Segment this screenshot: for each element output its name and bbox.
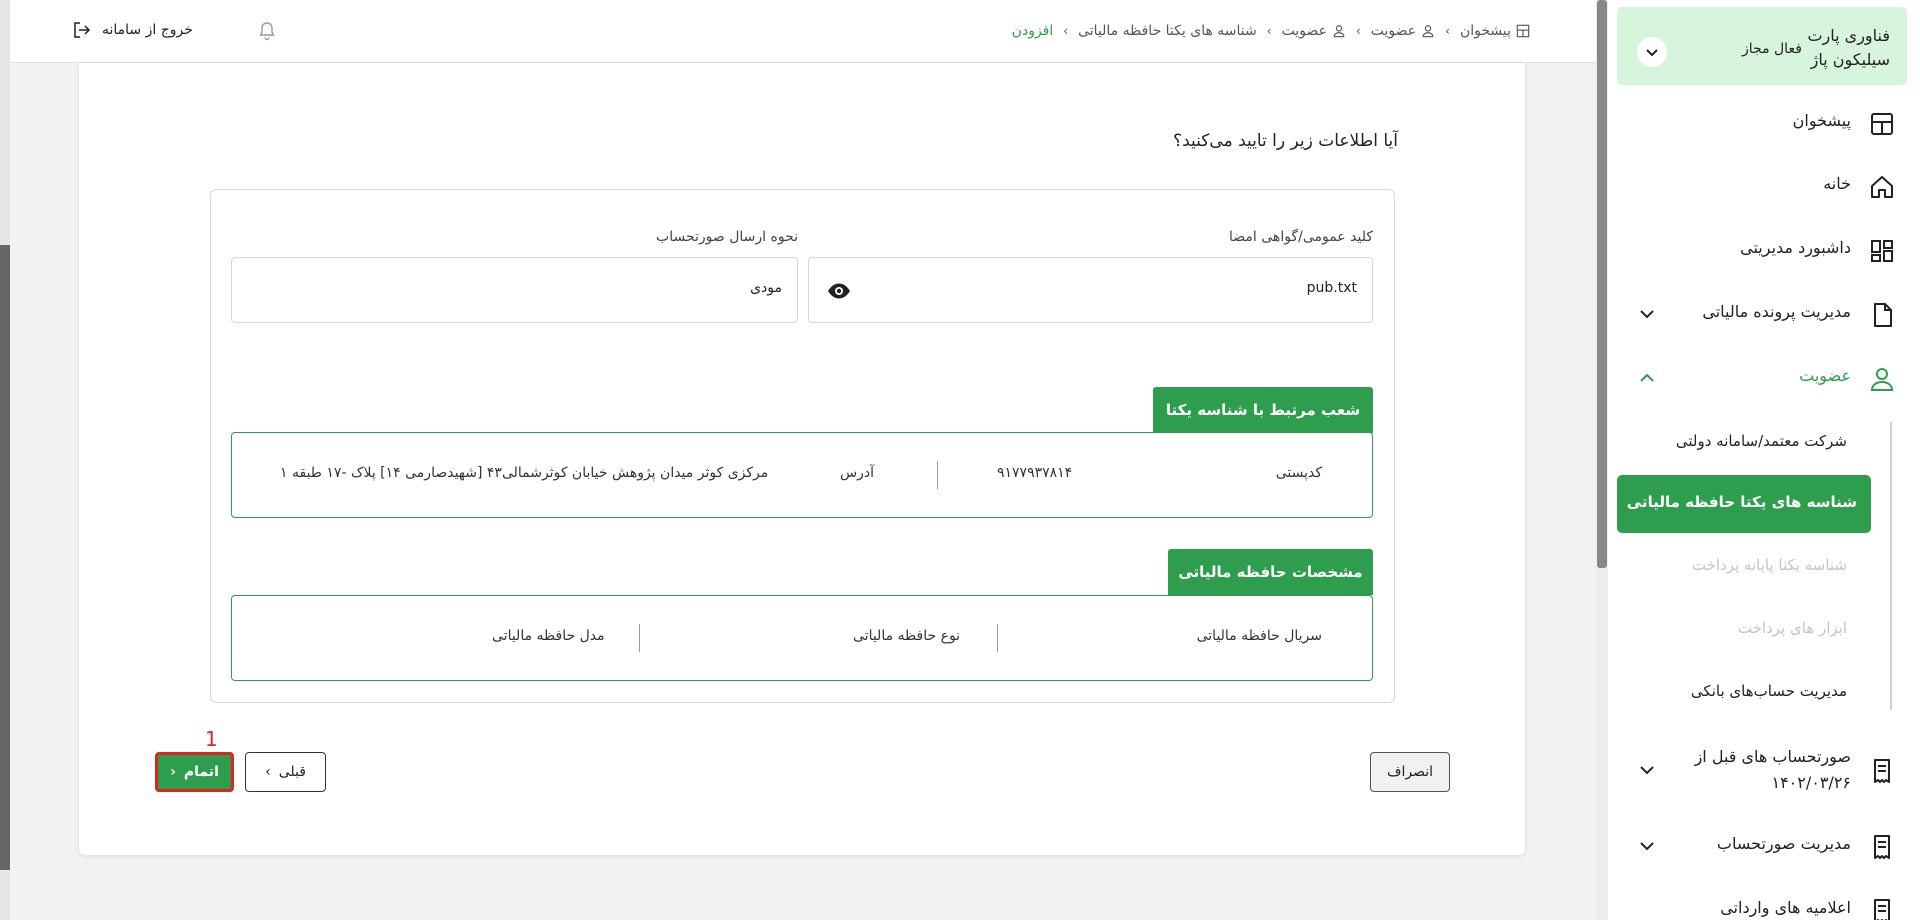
notification-bell-icon[interactable]	[256, 20, 278, 42]
invoice-send-field[interactable]: مودی	[231, 257, 798, 323]
invoice-send-label: نحوه ارسال صورتحساب	[656, 229, 798, 245]
sidebar-item-label: مدیریت پرونده مالیاتی	[1702, 302, 1851, 321]
branches-section-title: شعب مرتبط با شناسه یکتا	[1153, 387, 1373, 433]
sidebar-item-label: مدیریت صورتحساب	[1716, 834, 1851, 853]
file-icon	[1874, 303, 1892, 327]
breadcrumb-label: پیشخوان	[1459, 23, 1511, 39]
sidebar-subitem-tax-memory-ids[interactable]: شناسه های یکتا حافظه مالیاتی	[1617, 475, 1871, 533]
column-divider	[997, 624, 998, 652]
sidebar-subitem-payment-terminal-id: شناسه یکتا پایانه پرداخت	[1617, 546, 1907, 586]
breadcrumb-item-add: افزودن	[1012, 23, 1054, 39]
sidebar-item-management-dashboard[interactable]: داشبورد مدیریتی	[1617, 225, 1907, 275]
sidebar-item-dashboard[interactable]: پیشخوان	[1617, 98, 1907, 148]
breadcrumb: پیشخوان ‹ عضویت ‹ عضویت ‹ شناسه های یکتا…	[1012, 20, 1530, 42]
dashboard-icon	[1871, 113, 1893, 135]
breadcrumb-item-tax-memory-ids[interactable]: شناسه های یکتا حافظه مالیاتی	[1078, 23, 1257, 39]
breadcrumb-item-membership[interactable]: عضویت	[1371, 23, 1435, 39]
breadcrumb-label: عضویت	[1370, 23, 1417, 39]
sidebar-item-label: خانه	[1823, 174, 1851, 193]
chevron-left-icon: ‹	[1063, 24, 1069, 38]
chevron-left-icon: ‹	[1266, 24, 1272, 38]
sidebar-item-label: صورتحساب های قبل از ۱۴۰۲/۰۳/۲۶	[1694, 747, 1851, 792]
branches-table: کدپستی ۹۱۷۷۹۳۷۸۱۴ آدرس مرکزی کوثر میدان …	[231, 432, 1373, 518]
address-label: آدرس	[840, 465, 874, 481]
sidebar-item-label: اعلامیه های وارداتی	[1720, 898, 1851, 917]
memory-model-label: مدل حافظه مالیاتی	[492, 628, 605, 644]
cancel-button[interactable]: انصراف	[1370, 752, 1450, 792]
grid-icon	[1871, 240, 1893, 262]
sidebar-subitem-label: شناسه یکتا پایانه پرداخت	[1691, 556, 1847, 574]
sidebar-item-label: پیشخوان	[1792, 111, 1851, 130]
sidebar-item-label: داشبورد مدیریتی	[1740, 238, 1851, 257]
column-divider	[639, 624, 640, 652]
sidebar-item-label: عضویت	[1799, 366, 1851, 385]
eye-icon[interactable]	[827, 280, 851, 302]
confirm-question: آیا اطلاعات زیر را تایید می‌کنید؟	[1173, 131, 1398, 151]
memory-table: سریال حافظه مالیاتی نوع حافظه مالیاتی مد…	[231, 595, 1373, 681]
column-divider	[937, 461, 938, 489]
breadcrumb-item-membership-2[interactable]: عضویت	[1282, 23, 1346, 39]
breadcrumb-label: افزودن	[1011, 23, 1054, 39]
chevron-left-icon: ‹	[1445, 24, 1450, 38]
sidebar-subitem-payment-tools: ابزار های پرداخت	[1617, 609, 1907, 649]
left-scrollbar-thumb[interactable]	[0, 245, 10, 870]
home-icon	[1871, 176, 1893, 198]
receipt-icon	[1874, 899, 1890, 920]
company-card[interactable]: فناوری پارت سیلیکون پاژ فعال مجاز	[1617, 7, 1907, 85]
chevron-down-icon	[1640, 766, 1654, 775]
content-scrollbar-thumb[interactable]	[1597, 0, 1607, 568]
sidebar-subitem-bank-accounts[interactable]: مدیریت حساب‌های بانکی	[1617, 672, 1907, 712]
annotation-marker: 1	[205, 727, 218, 751]
chevron-down-icon[interactable]	[1637, 37, 1667, 67]
address-value: مرکزی کوثر میدان پژوهش خیابان کوثرشمالی۴…	[280, 465, 769, 481]
postal-code-label: کدپستی	[1275, 465, 1322, 481]
left-scrollbar[interactable]	[0, 0, 10, 920]
sidebar-item-invoice-management[interactable]: مدیریت صورتحساب	[1617, 821, 1907, 871]
public-key-value: pub.txt	[1306, 280, 1357, 296]
sidebar-subitem-label: شرکت معتمد/سامانه دولتی	[1675, 432, 1847, 450]
breadcrumb-label: شناسه های یکتا حافظه مالیاتی	[1078, 23, 1257, 39]
dashboard-icon	[1516, 24, 1530, 38]
breadcrumb-label: عضویت	[1281, 23, 1327, 39]
chevron-left-icon: ‹	[265, 764, 271, 780]
sidebar-subitem-label: شناسه های یکتا حافظه مالیاتی	[1626, 493, 1857, 511]
sidebar-subitem-label: مدیریت حساب‌های بانکی	[1690, 682, 1847, 700]
company-status: فعال مجاز	[1742, 41, 1802, 57]
chevron-down-icon	[1640, 842, 1654, 851]
top-bar: پیشخوان ‹ عضویت ‹ عضویت ‹ شناسه های یکتا…	[10, 0, 1596, 63]
cancel-button-label: انصراف	[1386, 764, 1434, 780]
memory-serial-label: سریال حافظه مالیاتی	[1196, 628, 1322, 644]
screen: پیشخوان ‹ عضویت ‹ عضویت ‹ شناسه های یکتا…	[0, 0, 1920, 920]
breadcrumb-item-dashboard[interactable]: پیشخوان	[1460, 23, 1530, 39]
user-icon	[1422, 25, 1434, 38]
sidebar-item-home[interactable]: خانه	[1617, 161, 1907, 211]
user-icon	[1870, 368, 1894, 391]
receipt-icon	[1874, 759, 1890, 783]
public-key-label: کلید عمومی/گواهی امضا	[1229, 229, 1373, 245]
sidebar-subitem-trusted-company[interactable]: شرکت معتمد/سامانه دولتی	[1617, 422, 1907, 462]
logout-label: خروج از سامانه	[102, 22, 193, 38]
finish-button-label: اتمام	[183, 764, 219, 780]
invoice-send-value: مودی	[750, 280, 782, 296]
user-icon	[1333, 25, 1345, 38]
sidebar-item-import-declarations[interactable]: اعلامیه های وارداتی	[1617, 885, 1907, 920]
previous-button-label: قبلی	[278, 764, 306, 780]
logout-button[interactable]: خروج از سامانه	[72, 18, 193, 42]
memory-section-title: مشخصات حافظه مالیاتی	[1168, 549, 1373, 595]
previous-button[interactable]: ‹ قبلی	[245, 752, 326, 792]
sidebar-item-old-invoices[interactable]: صورتحساب های قبل از ۱۴۰۲/۰۳/۲۶	[1617, 740, 1907, 800]
chevron-right-icon: ›	[170, 764, 176, 780]
sidebar-item-tax-file[interactable]: مدیریت پرونده مالیاتی	[1617, 289, 1907, 339]
finish-button[interactable]: › اتمام	[155, 752, 234, 792]
chevron-down-icon	[1640, 310, 1654, 319]
chevron-up-icon	[1640, 373, 1654, 382]
memory-type-label: نوع حافظه مالیاتی	[853, 628, 961, 644]
logout-icon	[74, 22, 91, 38]
receipt-icon	[1874, 835, 1890, 859]
postal-code-value: ۹۱۷۷۹۳۷۸۱۴	[997, 465, 1073, 481]
public-key-field[interactable]: pub.txt	[808, 257, 1373, 323]
chevron-left-icon: ‹	[1355, 24, 1361, 38]
sidebar-subitem-label: ابزار های پرداخت	[1737, 619, 1847, 637]
sidebar-item-membership[interactable]: عضویت	[1617, 353, 1907, 403]
